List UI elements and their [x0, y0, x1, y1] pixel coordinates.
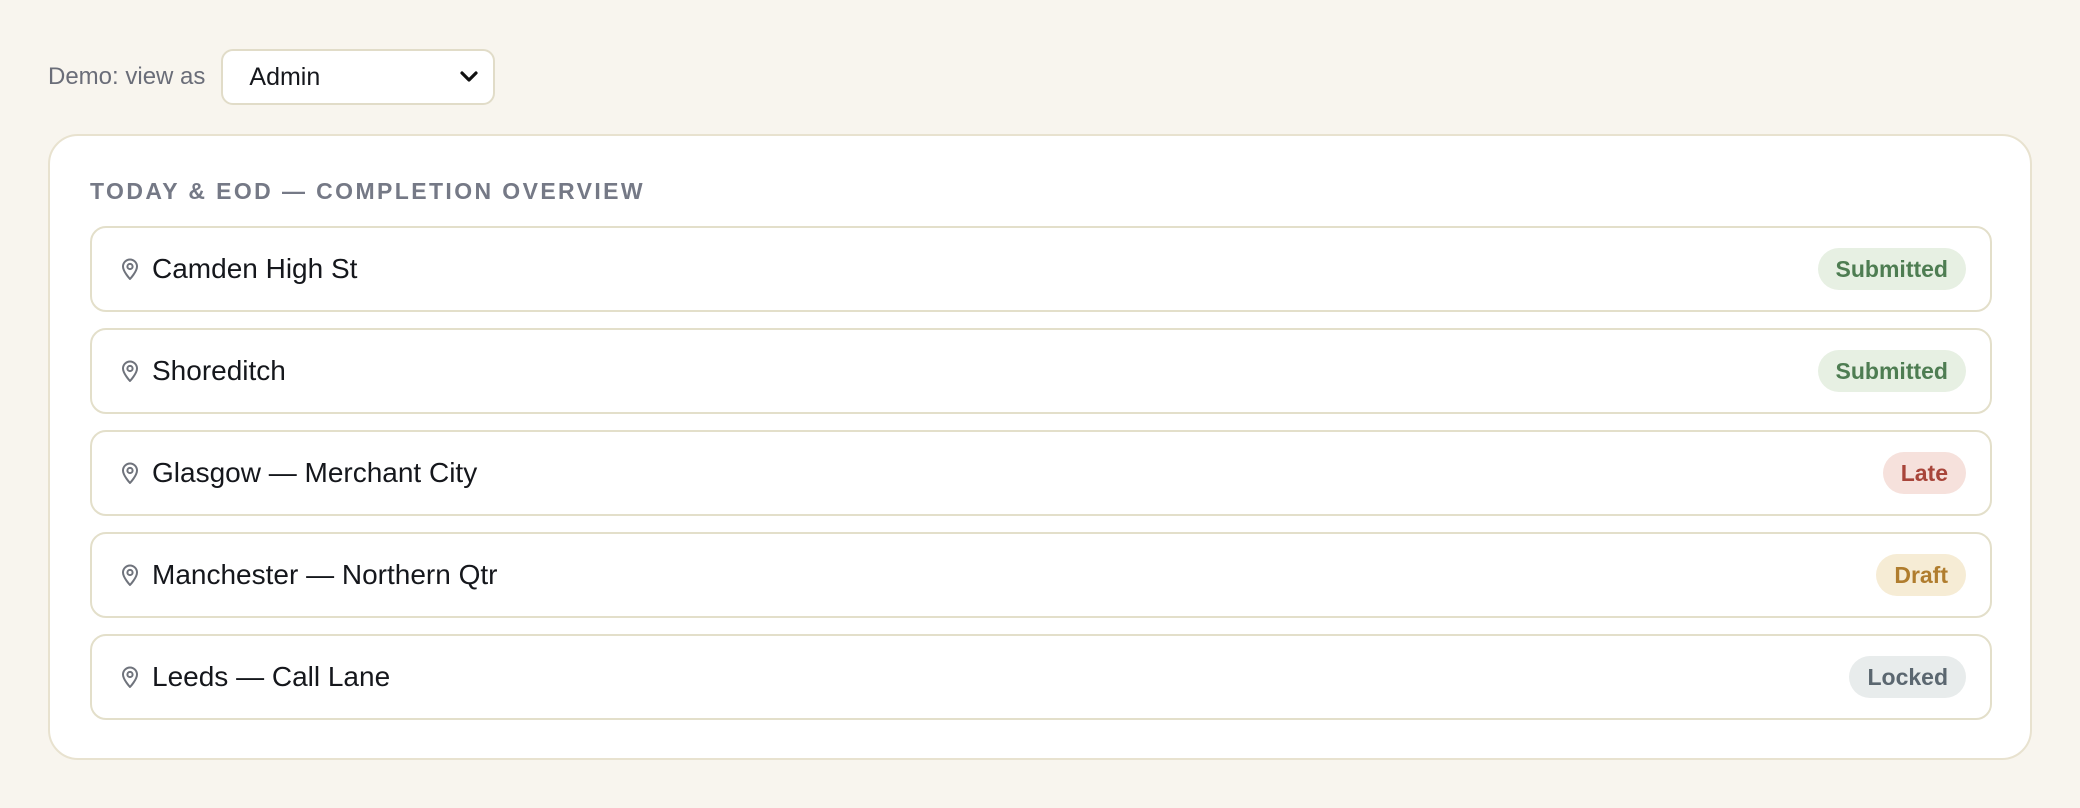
view-as-label: Demo: view as [48, 63, 206, 90]
location-row[interactable]: Glasgow — Merchant City Late [90, 430, 1992, 516]
location-name: Camden High St [152, 253, 358, 284]
map-pin-icon [122, 462, 138, 484]
status-badge: Late [1882, 452, 1966, 494]
location-row[interactable]: Camden High St Submitted [90, 226, 1992, 312]
map-pin-icon [122, 564, 138, 586]
location-row[interactable]: Leeds — Call Lane Locked [90, 634, 1992, 720]
role-select-value: Admin [249, 62, 321, 91]
location-name: Manchester — Northern Qtr [152, 559, 498, 590]
location-row[interactable]: Shoreditch Submitted [90, 328, 1992, 414]
map-pin-icon [122, 258, 138, 280]
location-name: Glasgow — Merchant City [152, 457, 478, 488]
map-pin-icon [122, 666, 138, 688]
location-name: Shoreditch [152, 355, 286, 386]
status-badge: Locked [1849, 656, 1966, 698]
location-list: Camden High St Submitted Shoreditch Subm… [90, 226, 1992, 736]
status-badge: Draft [1876, 554, 1966, 596]
role-select[interactable]: Admin [221, 49, 496, 105]
panel-title: TODAY & EOD — COMPLETION OVERVIEW [90, 178, 646, 204]
completion-overview-panel: TODAY & EOD — COMPLETION OVERVIEW Camden… [48, 134, 2032, 760]
status-badge: Submitted [1817, 248, 1966, 290]
location-name: Leeds — Call Lane [152, 661, 391, 692]
chevron-down-icon [460, 71, 478, 82]
location-row[interactable]: Manchester — Northern Qtr Draft [90, 532, 1992, 618]
map-pin-icon [122, 360, 138, 382]
view-as-bar: Demo: view as Admin [48, 48, 496, 106]
status-badge: Submitted [1817, 350, 1966, 392]
